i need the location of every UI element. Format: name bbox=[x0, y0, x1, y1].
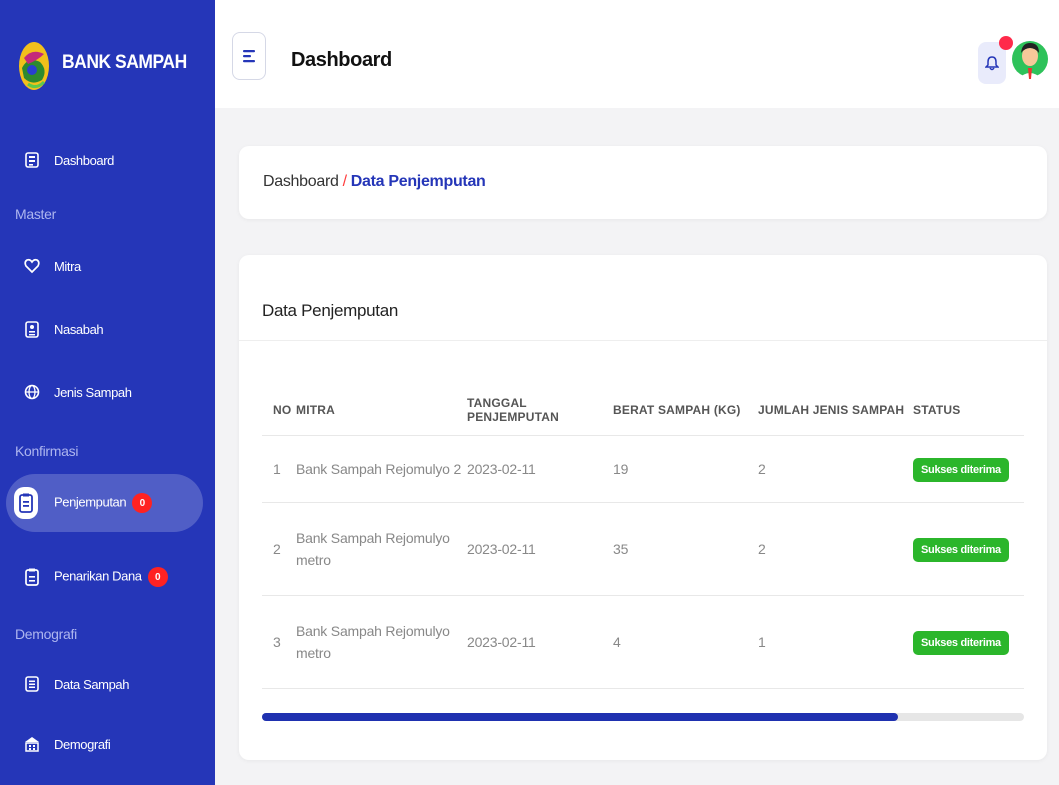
heart-icon bbox=[24, 257, 40, 275]
id-card-icon bbox=[24, 320, 40, 338]
breadcrumb-parent-link[interactable]: Dashboard bbox=[263, 173, 339, 190]
data-table-card: Data Penjemputan NO MITRA TANGGAL PENJEM… bbox=[239, 255, 1047, 760]
sidebar-item-label: Jenis Sampah bbox=[54, 384, 132, 400]
section-title-demografi: Demografi bbox=[15, 626, 77, 642]
cell-jumlah: 2 bbox=[758, 502, 913, 596]
sidebar-item-label: Dashboard bbox=[54, 152, 114, 168]
building-icon bbox=[24, 735, 40, 753]
user-avatar[interactable] bbox=[1011, 35, 1049, 83]
cell-no: 1 bbox=[262, 435, 296, 503]
cell-berat: 4 bbox=[613, 595, 758, 689]
section-title-konfirmasi: Konfirmasi bbox=[15, 443, 79, 459]
cell-no: 2 bbox=[262, 502, 296, 596]
breadcrumb-card: Dashboard / Data Penjemputan bbox=[239, 146, 1047, 219]
breadcrumb-separator: / bbox=[342, 173, 347, 190]
sidebar-item-label: Penarikan Dana 0 bbox=[54, 567, 168, 587]
table-row[interactable]: 3 Bank Sampah Rejomulyo metro 2023-02-11… bbox=[262, 595, 1024, 689]
sidebar-item-mitra[interactable]: Mitra bbox=[0, 246, 215, 286]
breadcrumb-current: Data Penjemputan bbox=[350, 173, 486, 190]
hamburger-icon bbox=[243, 50, 255, 63]
brand-name: BANK SAMPAH bbox=[62, 52, 187, 73]
table-row[interactable]: 2 Bank Sampah Rejomulyo metro 2023-02-11… bbox=[262, 502, 1024, 596]
sidebar-item-penarikan-dana[interactable]: Penarikan Dana 0 bbox=[0, 557, 215, 597]
top-bar: Dashboard bbox=[215, 0, 1059, 108]
clipboard-icon bbox=[14, 487, 38, 519]
sidebar-item-nasabah[interactable]: Nasabah bbox=[0, 309, 215, 349]
bell-icon bbox=[985, 56, 999, 71]
cell-jumlah: 2 bbox=[758, 435, 913, 503]
cell-mitra: Bank Sampah Rejomulyo 2 bbox=[296, 435, 467, 503]
status-badge: Sukses diterima bbox=[913, 537, 1009, 562]
sidebar-item-label: Data Sampah bbox=[54, 676, 130, 692]
status-badge: Sukses diterima bbox=[913, 457, 1009, 482]
menu-toggle-button[interactable] bbox=[232, 32, 266, 80]
clipboard-icon bbox=[24, 568, 40, 586]
sidebar: BANK SAMPAH Dashboard Master Mitra Nasab… bbox=[0, 0, 215, 785]
count-badge: 0 bbox=[147, 567, 168, 587]
sidebar-item-data-sampah[interactable]: Data Sampah bbox=[0, 664, 215, 704]
column-header-berat[interactable]: BERAT SAMPAH (KG) bbox=[613, 385, 758, 436]
sidebar-item-jenis-sampah[interactable]: Jenis Sampah bbox=[0, 372, 215, 412]
sidebar-item-penjemputan[interactable]: Penjemputan 0 bbox=[6, 474, 203, 532]
data-table: NO MITRA TANGGAL PENJEMPUTAN BERAT SAMPA… bbox=[262, 385, 1024, 689]
section-title-master: Master bbox=[15, 206, 56, 222]
scrollbar-thumb[interactable] bbox=[262, 713, 898, 721]
page-title: Dashboard bbox=[291, 49, 392, 71]
sidebar-item-label: Mitra bbox=[54, 258, 81, 274]
column-header-tanggal[interactable]: TANGGAL PENJEMPUTAN bbox=[467, 385, 613, 436]
column-header-mitra[interactable]: MITRA bbox=[296, 385, 467, 436]
card-divider bbox=[239, 340, 1047, 341]
cell-tanggal: 2023-02-11 bbox=[467, 435, 613, 503]
breadcrumb: Dashboard / Data Penjemputan bbox=[263, 173, 486, 191]
sidebar-item-label: Nasabah bbox=[54, 321, 104, 337]
card-title: Data Penjemputan bbox=[262, 301, 399, 320]
status-badge: Sukses diterima bbox=[913, 630, 1009, 655]
horizontal-scrollbar[interactable] bbox=[262, 713, 1024, 721]
cell-status: Sukses diterima bbox=[913, 435, 1024, 503]
column-header-jumlah[interactable]: JUMLAH JENIS SAMPAH bbox=[758, 385, 913, 436]
column-header-no[interactable]: NO bbox=[262, 385, 296, 436]
sidebar-item-label: Penjemputan 0 bbox=[54, 493, 153, 513]
cell-tanggal: 2023-02-11 bbox=[467, 502, 613, 596]
cell-berat: 19 bbox=[613, 435, 758, 503]
cell-berat: 35 bbox=[613, 502, 758, 596]
cell-tanggal: 2023-02-11 bbox=[467, 595, 613, 689]
sidebar-item-dashboard[interactable]: Dashboard bbox=[0, 140, 215, 180]
cell-mitra: Bank Sampah Rejomulyo metro bbox=[296, 595, 467, 689]
cell-mitra: Bank Sampah Rejomulyo metro bbox=[296, 502, 467, 596]
dashboard-icon bbox=[24, 151, 40, 169]
sidebar-item-label: Demografi bbox=[54, 736, 111, 752]
cell-status: Sukses diterima bbox=[913, 595, 1024, 689]
document-icon bbox=[24, 675, 40, 693]
column-header-status[interactable]: STATUS bbox=[913, 385, 1024, 436]
count-badge: 0 bbox=[132, 493, 153, 513]
bank-sampah-logo bbox=[19, 42, 49, 90]
table-header-row: NO MITRA TANGGAL PENJEMPUTAN BERAT SAMPA… bbox=[262, 385, 1024, 436]
cell-jumlah: 1 bbox=[758, 595, 913, 689]
table-row[interactable]: 1 Bank Sampah Rejomulyo 2 2023-02-11 19 … bbox=[262, 435, 1024, 503]
brand[interactable]: BANK SAMPAH bbox=[0, 0, 215, 108]
cell-status: Sukses diterima bbox=[913, 502, 1024, 596]
globe-icon bbox=[24, 383, 40, 401]
cell-no: 3 bbox=[262, 595, 296, 689]
sidebar-item-demografi[interactable]: Demografi bbox=[0, 724, 215, 764]
